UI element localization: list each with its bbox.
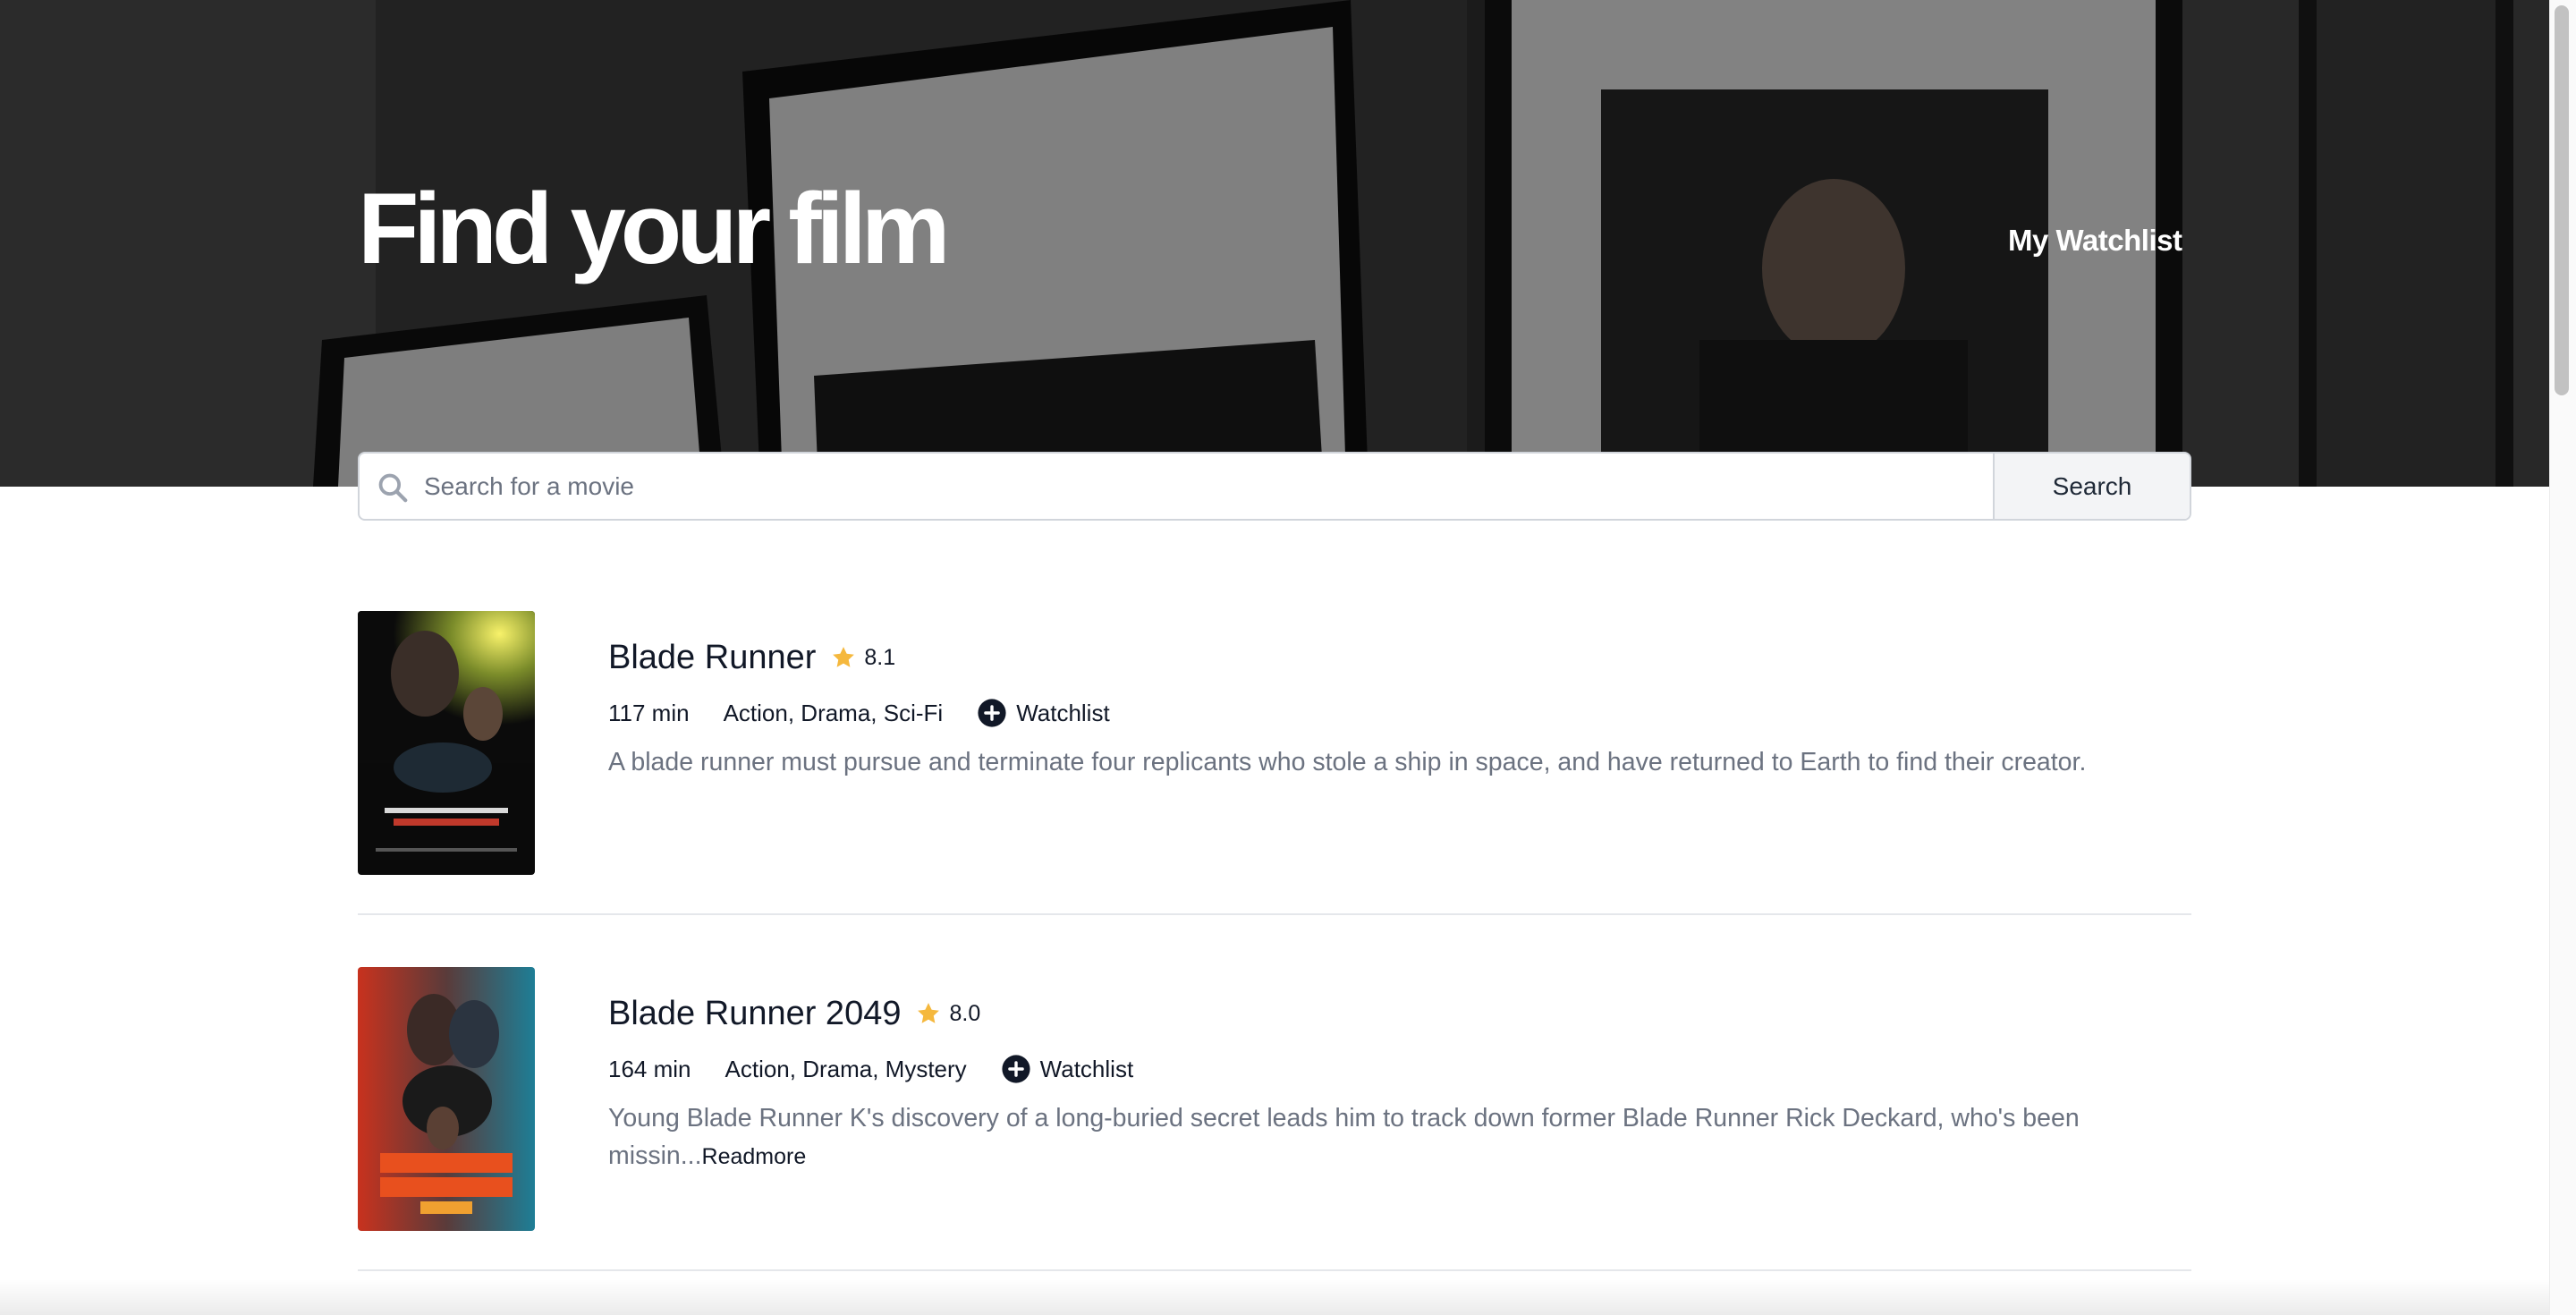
movie-plot: Young Blade Runner K's discovery of a lo… xyxy=(608,1099,2191,1175)
readmore-link[interactable]: Readmore xyxy=(702,1144,807,1169)
plus-circle-icon xyxy=(978,699,1006,727)
search-input[interactable] xyxy=(360,454,1993,519)
movie-poster[interactable] xyxy=(358,967,535,1231)
movie-runtime: 164 min xyxy=(608,1055,691,1082)
hero-banner: Find your film My Watchlist xyxy=(0,0,2549,487)
movie-title-row: Blade Runner 2049 8.0 xyxy=(608,987,2191,1040)
movie-plot: A blade runner must pursue and terminate… xyxy=(608,743,2191,782)
movie-genres: Action, Drama, Mystery xyxy=(724,1055,967,1082)
watchlist-label: Watchlist xyxy=(1039,1055,1134,1082)
search-icon xyxy=(378,473,408,503)
star-icon xyxy=(833,647,855,667)
movie-plot-text: A blade runner must pursue and terminate… xyxy=(608,748,2087,776)
movie-list-item: Blade Runner 8.1 117 min Action, Drama, … xyxy=(358,611,2191,915)
movie-title[interactable]: Blade Runner xyxy=(608,639,816,677)
movie-poster[interactable] xyxy=(358,611,535,875)
movie-info: Blade Runner 8.1 117 min Action, Drama, … xyxy=(608,611,2191,782)
movie-plot-text: Young Blade Runner K's discovery of a lo… xyxy=(608,1104,2080,1170)
page: Find your film My Watchlist Search for a… xyxy=(0,0,2576,1315)
plus-circle-icon xyxy=(1002,1055,1030,1083)
movie-rating: 8.0 xyxy=(949,1000,981,1026)
add-to-watchlist-button[interactable]: Watchlist xyxy=(977,698,1110,728)
search-field xyxy=(360,454,1993,519)
star-icon xyxy=(918,1003,940,1023)
movie-title-row: Blade Runner 8.1 xyxy=(608,631,2191,684)
watchlist-label: Watchlist xyxy=(1016,699,1110,726)
bottom-shadow xyxy=(0,1279,2549,1315)
movie-rating: 8.1 xyxy=(864,644,896,670)
my-watchlist-link[interactable]: My Watchlist xyxy=(2008,224,2182,258)
movie-list-item: Blade Runner 2049 8.0 164 min Action, Dr… xyxy=(358,967,2191,1271)
scrollbar-thumb[interactable] xyxy=(2555,5,2569,395)
movie-genres: Action, Drama, Sci-Fi xyxy=(723,699,944,726)
movie-title[interactable]: Blade Runner 2049 xyxy=(608,995,901,1033)
movie-meta: 117 min Action, Drama, Sci-Fi Watchlist xyxy=(608,693,2191,733)
movie-info: Blade Runner 2049 8.0 164 min Action, Dr… xyxy=(608,967,2191,1175)
movie-meta: 164 min Action, Drama, Mystery Watchlist xyxy=(608,1049,2191,1089)
add-to-watchlist-button[interactable]: Watchlist xyxy=(1001,1054,1134,1084)
movie-runtime: 117 min xyxy=(608,699,690,726)
page-title: Find your film xyxy=(358,173,950,284)
search-bar: Search xyxy=(358,452,2191,521)
search-button[interactable]: Search xyxy=(1993,454,2190,519)
